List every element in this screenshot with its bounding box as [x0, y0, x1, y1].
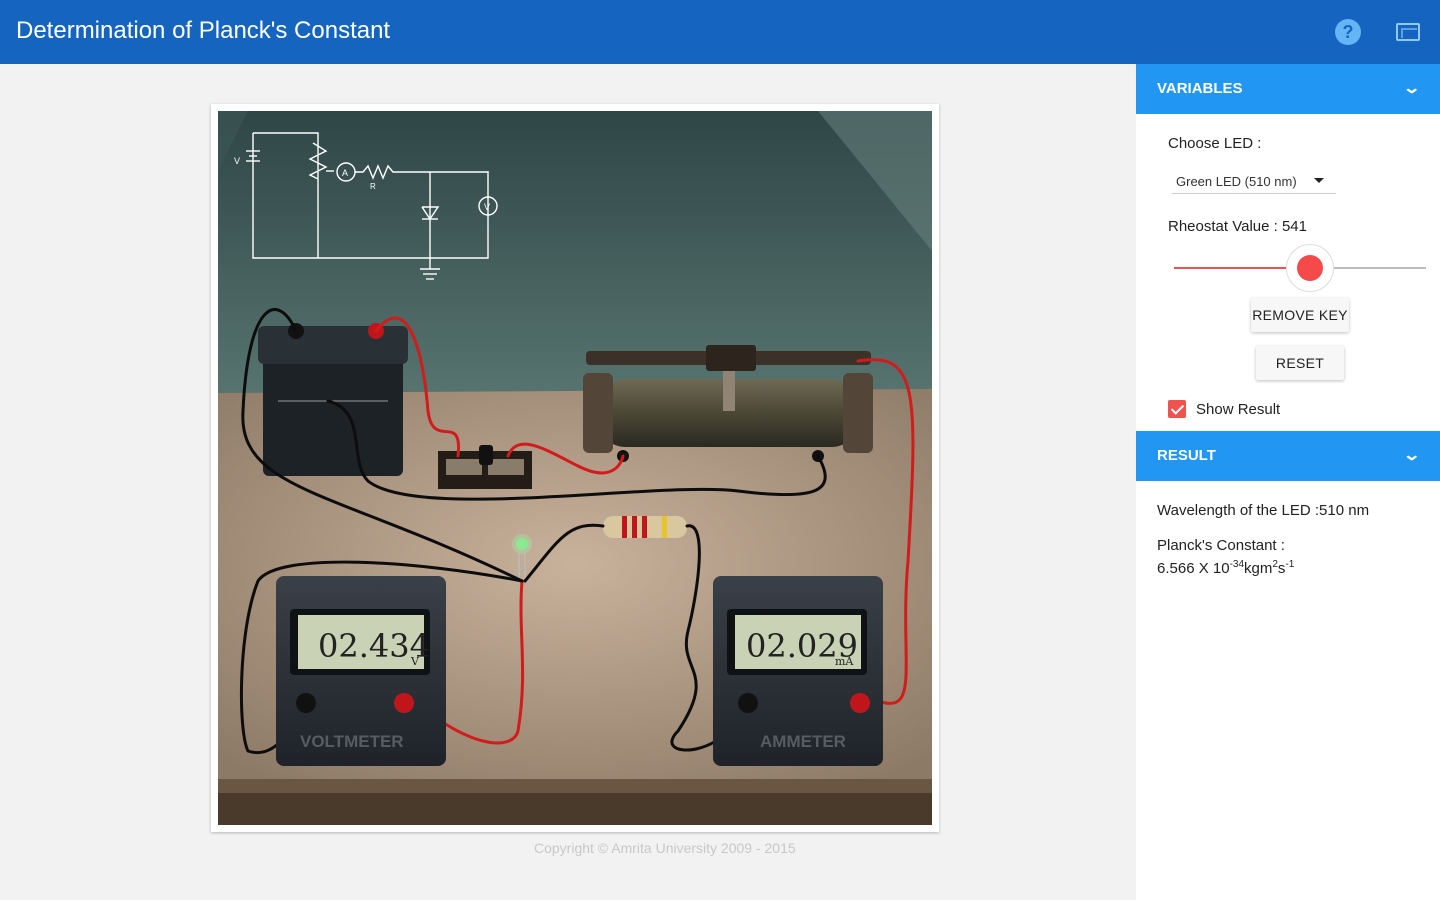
circuit-label-a: A [342, 168, 348, 178]
help-icon[interactable]: ? [1335, 19, 1361, 45]
variables-header[interactable]: VARIABLES ⌄ [1136, 64, 1440, 114]
fullscreen-icon[interactable] [1396, 23, 1420, 41]
variables-title: VARIABLES [1157, 80, 1243, 97]
reset-button[interactable]: RESET [1256, 346, 1344, 380]
battery [258, 323, 408, 476]
led-select[interactable]: Green LED (510 nm) [1172, 168, 1336, 194]
show-result-checkbox[interactable] [1168, 400, 1186, 418]
result-header[interactable]: RESULT ⌄ [1136, 431, 1440, 481]
top-bar: Determination of Planck's Constant ? [0, 0, 1440, 64]
show-result-label[interactable]: Show Result [1196, 401, 1280, 418]
voltmeter-unit: V [410, 655, 420, 668]
resistor [603, 516, 687, 538]
ammeter-unit: mA [835, 655, 854, 668]
planck-value: 6.566 X 10-34kgm2s-1 [1157, 559, 1295, 577]
rheostat[interactable] [583, 345, 873, 462]
circuit-label-vm: V [484, 202, 490, 212]
chevron-down-icon[interactable]: ⌄ [1402, 78, 1421, 98]
dropdown-arrow-icon [1314, 178, 1324, 183]
circuit-label-v: V [234, 156, 240, 166]
plug-key[interactable] [438, 445, 532, 489]
remove-key-button[interactable]: REMOVE KEY [1251, 298, 1349, 332]
voltmeter-label: VOLTMETER [300, 732, 404, 751]
circuit-label-r: R [370, 182, 376, 191]
rheostat-slider-thumb[interactable] [1286, 244, 1334, 292]
page-title: Determination of Planck's Constant [16, 17, 391, 44]
chevron-down-icon[interactable]: ⌄ [1402, 445, 1421, 465]
wavelength-text: Wavelength of the LED :510 nm [1157, 502, 1370, 519]
planck-label: Planck's Constant : [1157, 537, 1285, 554]
choose-led-label: Choose LED : [1168, 135, 1262, 152]
led-select-value: Green LED (510 nm) [1176, 174, 1297, 189]
rheostat-label: Rheostat Value : 541 [1168, 218, 1307, 235]
ammeter-label: AMMETER [760, 732, 846, 751]
simulation-stage: V A R V 02.434 V VOLTMETER 02.029 mA AMM… [211, 104, 939, 832]
result-title: RESULT [1157, 447, 1216, 464]
simulation-scene: V A R V 02.434 V VOLTMETER 02.029 mA AMM… [218, 111, 932, 825]
